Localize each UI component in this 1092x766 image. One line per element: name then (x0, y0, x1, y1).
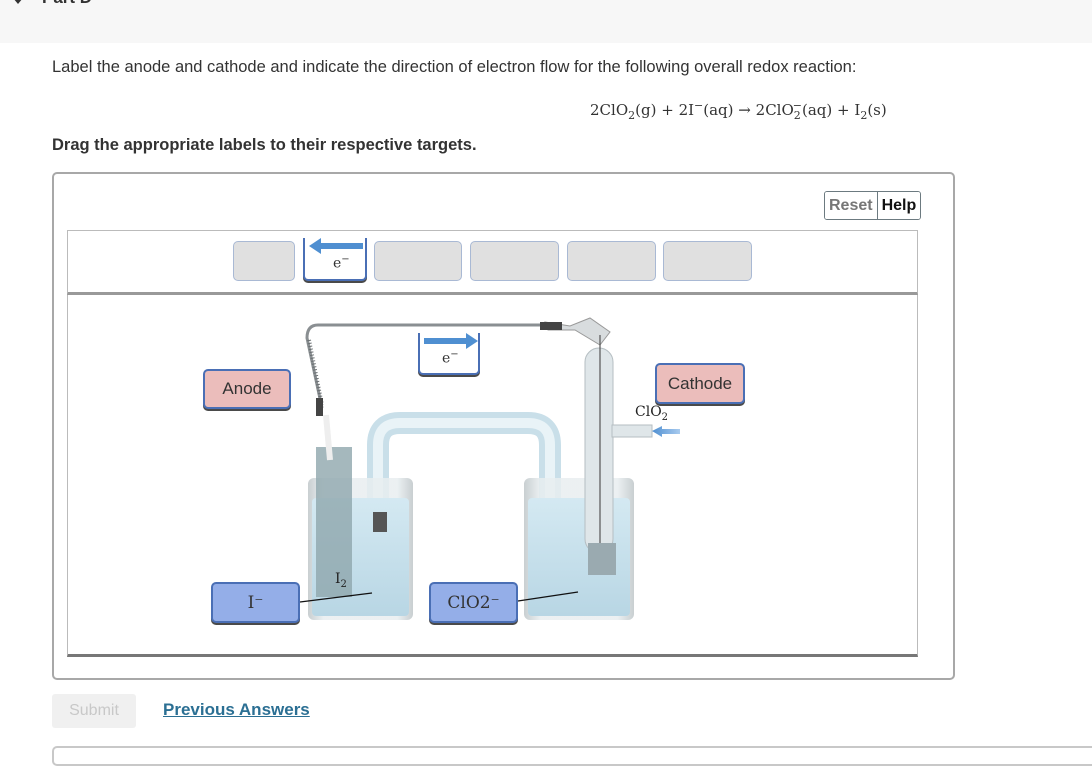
anode-label[interactable]: Anode (203, 369, 291, 409)
cathode-label[interactable]: Cathode (655, 363, 745, 404)
chlorite-label[interactable]: ClO2⁻ (429, 582, 518, 623)
iodide-label[interactable]: I⁻ (211, 582, 300, 623)
cathode-electrode (588, 543, 616, 575)
submit-button[interactable]: Submit (52, 694, 136, 728)
gas-inlet-arrow-icon (652, 426, 680, 437)
gas-inlet-tube (611, 424, 653, 438)
bridge-plug-left (373, 512, 387, 532)
previous-answers-link[interactable]: Previous Answers (163, 700, 310, 720)
wire-clip-left (316, 398, 323, 416)
gas-label: ClO2 (635, 404, 668, 423)
e-sup: − (450, 349, 459, 360)
arrow-head-icon (466, 333, 478, 349)
next-panel (52, 746, 1092, 766)
arrow-right-icon (424, 338, 468, 344)
cathode-tube (584, 347, 614, 554)
anode-electrode (316, 447, 352, 597)
galvanic-cell-diagram: ClO2 I2 (299, 317, 680, 620)
electron-label: e− (442, 349, 459, 367)
wire-clip-right (540, 322, 562, 330)
wire-electron-arrow-right[interactable]: e− (418, 333, 480, 375)
